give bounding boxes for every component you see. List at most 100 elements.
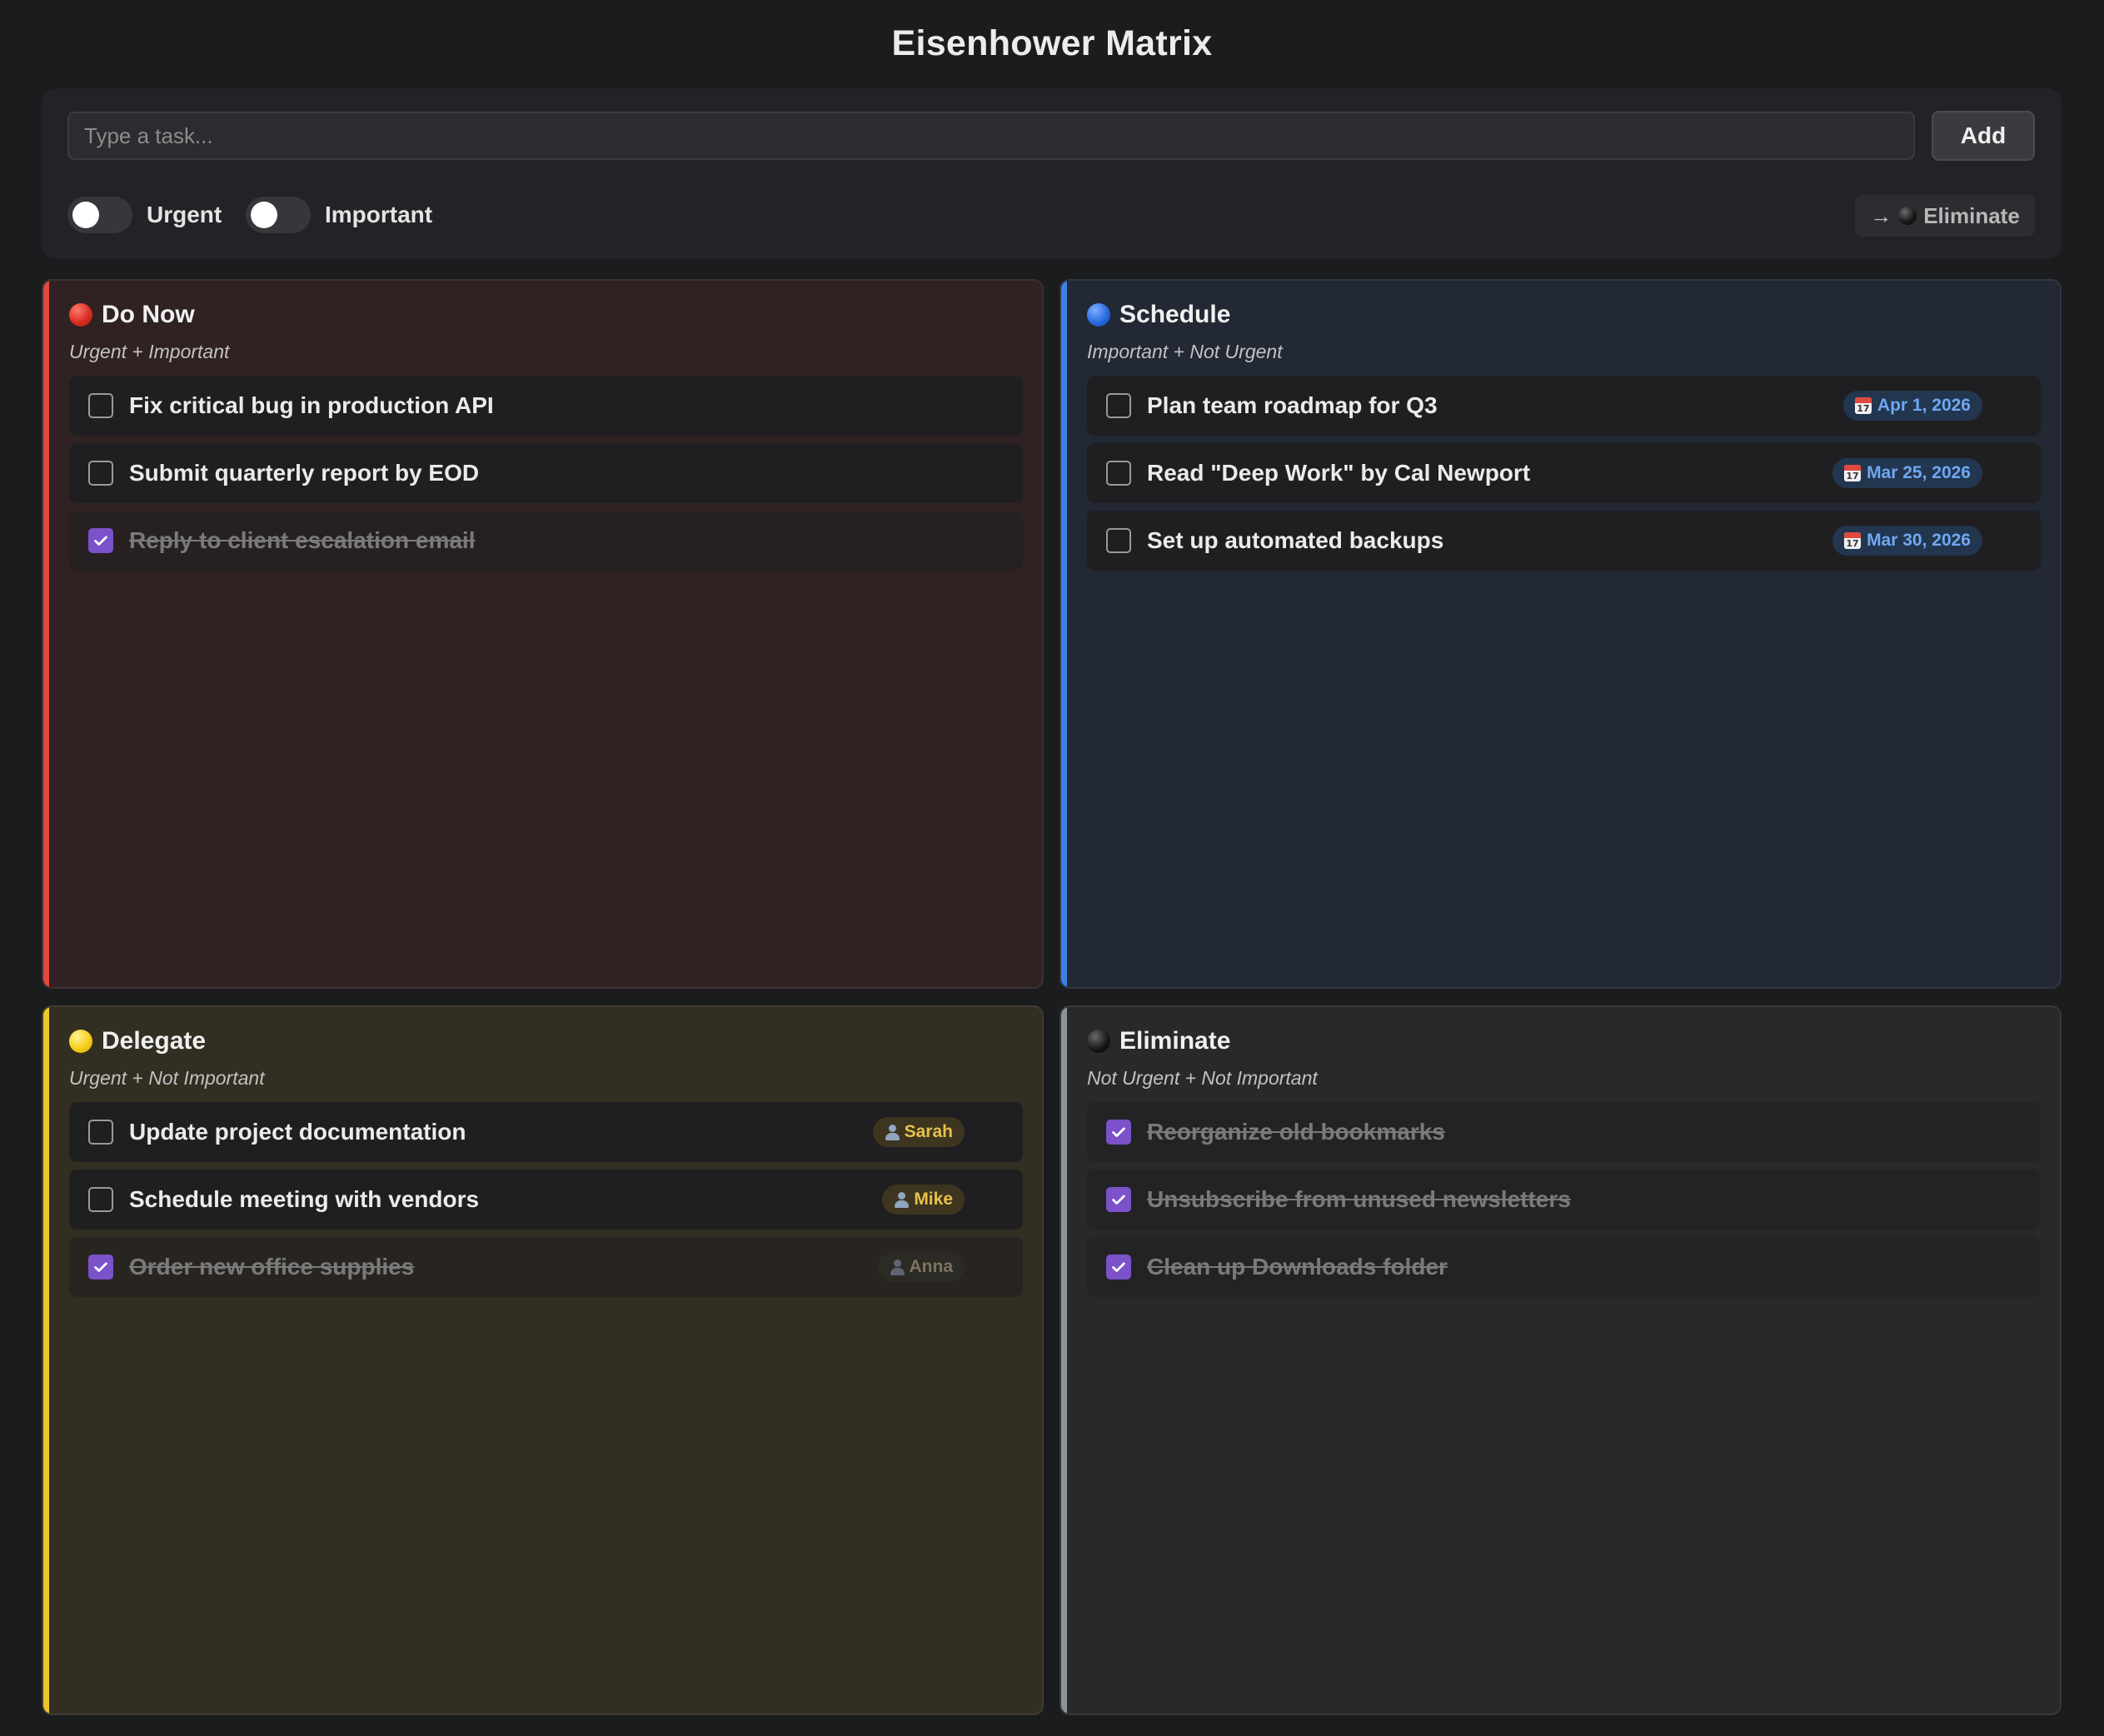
quadrant-title: Schedule [1119, 301, 1231, 328]
quadrant-subtitle: Urgent + Important [69, 341, 230, 362]
important-toggle-label: Important [325, 202, 433, 227]
task-checkbox[interactable] [1106, 461, 1131, 486]
blue-circle-icon [1087, 303, 1110, 327]
task-text: Unsubscribe from unused newsletters [1147, 1186, 1571, 1212]
quadrant-accent-bar [1061, 281, 1067, 987]
urgent-toggle[interactable] [67, 197, 132, 233]
assignee-name: Mike [914, 1190, 953, 1209]
task-checkbox[interactable] [88, 1187, 113, 1212]
task-item[interactable]: Set up automated backups Mar 30, 2026 [1087, 511, 2041, 571]
task-text: Fix critical bug in production API [129, 392, 494, 418]
calendar-icon [1844, 465, 1862, 481]
yellow-circle-icon [69, 1030, 92, 1053]
person-icon [885, 1124, 900, 1140]
due-date-text: Apr 1, 2026 [1877, 396, 1971, 415]
task-checkbox[interactable] [1106, 528, 1131, 553]
quadrant-do-now: Do Now Urgent + Important Fix critical b… [42, 279, 1044, 989]
task-text: Reorganize old bookmarks [1147, 1119, 1445, 1145]
task-checkbox[interactable] [88, 461, 113, 486]
checkmark-icon [1112, 1195, 1125, 1205]
task-item[interactable]: Clean up Downloads folder [1087, 1237, 2041, 1297]
task-toolbar: Add Urgent Important → Eliminate [42, 88, 2062, 259]
urgent-toggle-label: Urgent [147, 202, 222, 227]
task-text: Submit quarterly report by EOD [129, 460, 480, 486]
task-checkbox[interactable] [88, 1120, 113, 1145]
black-circle-icon [1898, 207, 1917, 225]
due-date-badge: Apr 1, 2026 [1842, 391, 1982, 421]
task-item[interactable]: Submit quarterly report by EOD [69, 443, 1023, 503]
task-item[interactable]: Unsubscribe from unused newsletters [1087, 1170, 2041, 1230]
task-text: Order new office supplies [129, 1254, 415, 1280]
task-text: Schedule meeting with vendors [129, 1186, 480, 1212]
task-text: Read "Deep Work" by Cal Newport [1147, 460, 1531, 486]
quadrant-header: Do Now [69, 301, 195, 329]
task-checkbox[interactable] [1106, 1120, 1131, 1145]
task-list: Reorganize old bookmarks Unsubscribe fro… [1087, 1102, 2041, 1304]
task-text: Update project documentation [129, 1119, 466, 1145]
target-quadrant-label: Eliminate [1923, 202, 2020, 228]
task-input[interactable] [67, 112, 1915, 160]
assignee-badge: Anna [877, 1252, 965, 1282]
task-item[interactable]: Update project documentation Sarah [69, 1102, 1023, 1162]
assignee-badge: Sarah [872, 1117, 965, 1147]
quadrant-schedule: Schedule Important + Not Urgent Plan tea… [1059, 279, 2062, 989]
important-toggle-group: Important [246, 197, 432, 233]
person-icon [894, 1191, 910, 1208]
due-date-text: Mar 25, 2026 [1867, 463, 1971, 482]
task-checkbox[interactable] [1106, 1255, 1131, 1280]
assignee-name: Sarah [904, 1122, 953, 1141]
task-list: Plan team roadmap for Q3 Apr 1, 2026 Rea… [1087, 376, 2041, 578]
task-item[interactable]: Order new office supplies Anna [69, 1237, 1023, 1297]
task-checkbox[interactable] [88, 393, 113, 418]
quadrant-subtitle: Not Urgent + Not Important [1087, 1067, 1318, 1089]
task-text: Plan team roadmap for Q3 [1147, 392, 1438, 418]
task-item[interactable]: Fix critical bug in production API [69, 376, 1023, 436]
important-toggle[interactable] [246, 197, 311, 233]
due-date-text: Mar 30, 2026 [1867, 531, 1971, 550]
calendar-icon [1844, 532, 1862, 549]
quadrant-delegate: Delegate Urgent + Not Important Update p… [42, 1005, 1044, 1715]
quadrant-subtitle: Urgent + Not Important [69, 1067, 265, 1089]
due-date-badge: Mar 25, 2026 [1832, 458, 1982, 488]
quadrant-accent-bar [43, 1007, 49, 1714]
quadrant-header: Schedule [1087, 301, 1230, 329]
task-text: Clean up Downloads folder [1147, 1254, 1448, 1280]
checkmark-icon [1112, 1262, 1125, 1272]
quadrant-accent-bar [43, 281, 49, 987]
add-button[interactable]: Add [1932, 111, 2035, 161]
checkmark-icon [94, 536, 107, 546]
urgent-toggle-group: Urgent [67, 197, 222, 233]
task-item[interactable]: Reorganize old bookmarks [1087, 1102, 2041, 1162]
due-date-badge: Mar 30, 2026 [1832, 526, 1982, 556]
quadrant-title: Eliminate [1119, 1027, 1231, 1055]
task-item[interactable]: Reply to client escalation email [69, 511, 1023, 571]
assignee-badge: Mike [882, 1185, 965, 1215]
task-text: Set up automated backups [1147, 527, 1444, 553]
toggle-knob [251, 202, 277, 228]
task-item[interactable]: Schedule meeting with vendors Mike [69, 1170, 1023, 1230]
quadrant-title: Do Now [102, 301, 195, 328]
task-checkbox[interactable] [88, 528, 113, 553]
checkmark-icon [94, 1262, 107, 1272]
assignee-name: Anna [909, 1257, 954, 1276]
task-checkbox[interactable] [1106, 1187, 1131, 1212]
checkmark-icon [1112, 1127, 1125, 1137]
black-circle-icon [1087, 1030, 1110, 1053]
task-item[interactable]: Read "Deep Work" by Cal Newport Mar 25, … [1087, 443, 2041, 503]
quadrant-title: Delegate [102, 1027, 207, 1055]
task-text: Reply to client escalation email [129, 527, 476, 553]
quadrant-header: Delegate [69, 1027, 206, 1055]
quadrant-accent-bar [1061, 1007, 1067, 1714]
arrow-right-icon: → [1870, 202, 1892, 228]
task-item[interactable]: Plan team roadmap for Q3 Apr 1, 2026 [1087, 376, 2041, 436]
quadrant-header: Eliminate [1087, 1027, 1230, 1055]
toggle-knob [72, 202, 99, 228]
task-list: Fix critical bug in production API Submi… [69, 376, 1023, 578]
task-list: Update project documentation Sarah Sched… [69, 1102, 1023, 1304]
app-page: Eisenhower Matrix Add Urgent Important →… [0, 0, 2104, 1736]
task-checkbox[interactable] [88, 1255, 113, 1280]
quadrant-eliminate: Eliminate Not Urgent + Not Important Reo… [1059, 1005, 2062, 1715]
person-icon [890, 1259, 905, 1275]
page-title: Eisenhower Matrix [891, 23, 1213, 63]
task-checkbox[interactable] [1106, 393, 1131, 418]
